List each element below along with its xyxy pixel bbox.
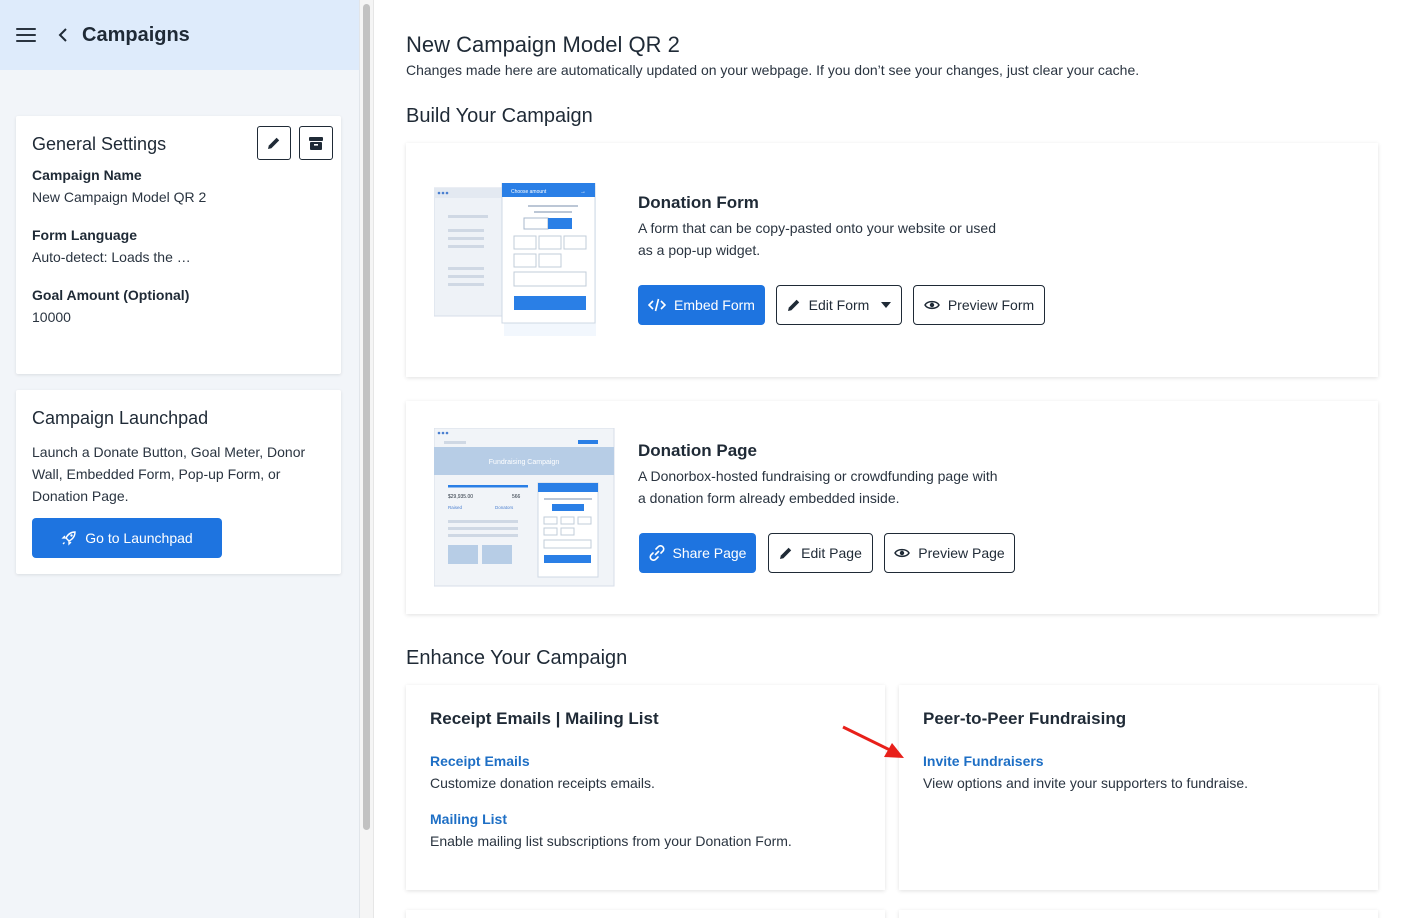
field-form-language: Form Language Auto-detect: Loads the … — [32, 227, 325, 265]
receipt-emails-card: Receipt Emails | Mailing List Receipt Em… — [406, 685, 885, 890]
donors-count-text: 566 — [512, 494, 521, 500]
raised-label-text: Raised — [448, 505, 463, 510]
caret-down-icon[interactable] — [881, 302, 892, 308]
edit-page-label: Edit Page — [801, 545, 862, 561]
field-value: Auto-detect: Loads the … — [32, 249, 191, 265]
general-settings-card: General Settings Campaign Name New Campa… — [16, 116, 341, 374]
code-icon — [648, 298, 667, 312]
sidebar-header: Campaigns — [0, 0, 359, 70]
preview-page-button[interactable]: Preview Page — [884, 533, 1015, 573]
page-subtitle: Changes made here are automatically upda… — [406, 62, 1140, 78]
launchpad-description: Launch a Donate Button, Goal Meter, Dono… — [32, 444, 306, 504]
donation-page-description: A Donorbox-hosted fundraising or crowdfu… — [638, 468, 998, 506]
donors-label-text: Donators — [495, 505, 514, 510]
receipt-card-title: Receipt Emails | Mailing List — [430, 709, 659, 728]
donation-page-panel: Fundraising Campaign $29,935.00 566 Rais… — [406, 401, 1378, 614]
scrollbar-thumb[interactable] — [363, 4, 370, 830]
mailing-list-link[interactable]: Mailing List — [430, 811, 861, 827]
donation-form-description: A form that can be copy-pasted onto your… — [638, 220, 996, 258]
launchpad-card: Campaign Launchpad Launch a Donate Butto… — [16, 390, 341, 574]
field-value: New Campaign Model QR 2 — [32, 189, 207, 205]
embed-form-label: Embed Form — [674, 297, 755, 313]
donation-page-title: Donation Page — [638, 441, 758, 460]
field-campaign-name: Campaign Name New Campaign Model QR 2 — [32, 167, 325, 205]
sidebar-scrollbar[interactable] — [360, 0, 374, 918]
edit-page-button[interactable]: Edit Page — [768, 533, 873, 573]
share-page-button[interactable]: Share Page — [639, 533, 756, 573]
edit-form-label: Edit Form — [808, 297, 870, 313]
field-label: Goal Amount (Optional) — [32, 287, 190, 303]
embed-form-button[interactable]: Embed Form — [638, 285, 765, 325]
preview-page-label: Preview Page — [918, 545, 1005, 561]
chevron-left-icon[interactable] — [56, 28, 70, 42]
pencil-icon — [780, 547, 792, 559]
donation-form-title: Donation Form — [638, 193, 759, 212]
receipt-emails-link[interactable]: Receipt Emails — [430, 753, 861, 769]
launchpad-title: Campaign Launchpad — [32, 408, 209, 428]
raised-amount-text: $29,935.00 — [448, 494, 473, 500]
preview-form-label: Preview Form — [947, 297, 1035, 313]
donation-page-illustration: Fundraising Campaign $29,935.00 566 Rais… — [433, 427, 616, 588]
donation-form-panel: Choose amount → Donation Form A form tha… — [406, 143, 1378, 377]
archive-icon — [309, 136, 323, 150]
field-label: Form Language — [32, 227, 138, 243]
next-card-left — [406, 910, 885, 918]
field-label: Campaign Name — [32, 167, 142, 183]
invite-fundraisers-link[interactable]: Invite Fundraisers — [923, 753, 1354, 769]
pencil-icon — [787, 299, 799, 311]
share-page-label: Share Page — [672, 545, 747, 561]
choose-amount-text: Choose amount — [511, 189, 547, 195]
field-goal-amount: Goal Amount (Optional) 10000 — [32, 287, 325, 325]
link-icon — [649, 545, 664, 561]
enhance-section-title: Enhance Your Campaign — [406, 647, 628, 669]
svg-text:→: → — [580, 189, 586, 195]
eye-icon — [894, 548, 911, 558]
rocket-icon — [61, 531, 76, 546]
eye-icon — [923, 300, 940, 310]
edit-form-button[interactable]: Edit Form — [776, 285, 902, 325]
sidebar: Campaigns General Settings Campaign Name… — [0, 0, 360, 918]
pencil-icon — [268, 137, 280, 149]
field-value: 10000 — [32, 309, 71, 325]
fundraising-campaign-text: Fundraising Campaign — [489, 459, 560, 466]
receipt-emails-description: Customize donation receipts emails. — [430, 775, 655, 791]
preview-form-button[interactable]: Preview Form — [913, 285, 1045, 325]
mailing-list-description: Enable mailing list subscriptions from y… — [430, 833, 792, 849]
edit-settings-button[interactable] — [257, 126, 291, 160]
invite-fundraisers-description: View options and invite your supporters … — [923, 775, 1249, 791]
page-title: New Campaign Model QR 2 — [406, 32, 680, 57]
next-card-right — [899, 910, 1378, 918]
hamburger-icon[interactable] — [16, 28, 36, 42]
p2p-card-title: Peer-to-Peer Fundraising — [923, 709, 1127, 728]
arrow-annotation-icon — [842, 725, 904, 758]
build-section-title: Build Your Campaign — [406, 105, 593, 127]
donation-form-illustration: Choose amount → — [433, 182, 614, 338]
peer-to-peer-card: Peer-to-Peer Fundraising Invite Fundrais… — [899, 685, 1378, 890]
go-to-launchpad-button[interactable]: Go to Launchpad — [32, 518, 222, 558]
go-to-launchpad-label: Go to Launchpad — [85, 530, 193, 546]
archive-campaign-button[interactable] — [299, 126, 333, 160]
sidebar-title: Campaigns — [82, 23, 190, 46]
